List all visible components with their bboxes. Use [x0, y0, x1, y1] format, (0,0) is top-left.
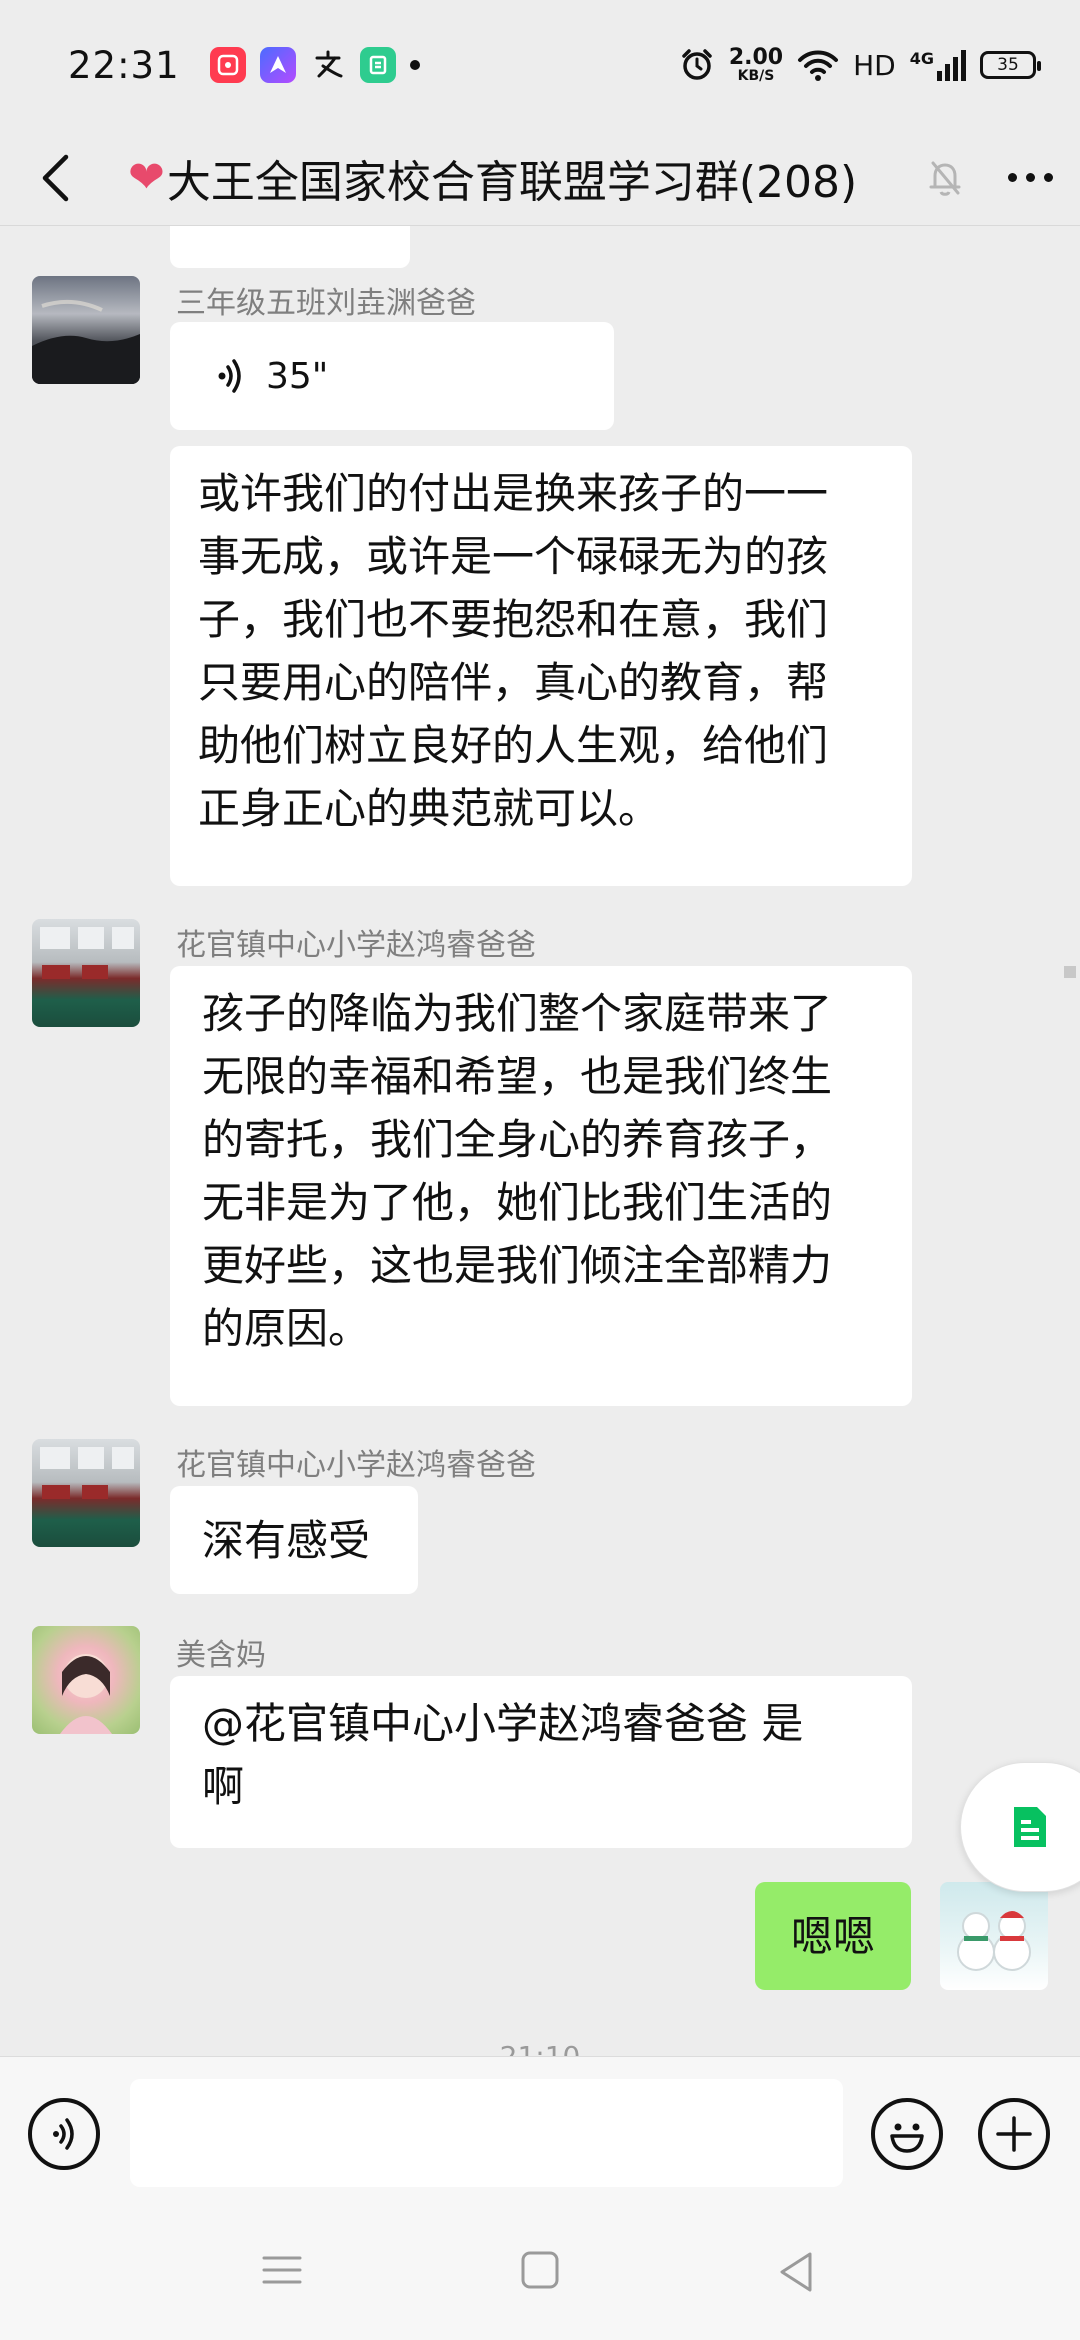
hd-indicator: HD: [853, 48, 896, 82]
network-speed-unit: KB/S: [737, 68, 775, 84]
sender-name: 花官镇中心小学赵鸿睿爸爸: [176, 1448, 536, 1483]
input-bar: [0, 2056, 1080, 2210]
signal-icon: [937, 50, 966, 81]
triangle-back-icon: [780, 2252, 812, 2292]
message-line: @花官镇中心小学赵鸿睿爸爸 是: [202, 1699, 804, 1748]
message-line: 啊: [202, 1762, 245, 1811]
more-dot-icon: [1025, 173, 1035, 182]
more-functions-button[interactable]: [978, 2098, 1050, 2170]
avatar[interactable]: [32, 276, 140, 384]
self-avatar[interactable]: [940, 1882, 1048, 1990]
message-line: 助他们树立良好的人生观，给他们: [198, 721, 829, 770]
floating-notes-button[interactable]: [960, 1762, 1080, 1892]
voice-input-button[interactable]: [28, 2098, 100, 2170]
message-line: 无非是为了他，她们比我们生活的: [202, 1178, 833, 1227]
group-name: 大王全国家校合育联盟学习群(208): [166, 156, 858, 208]
emoji-button[interactable]: [871, 2098, 943, 2170]
xiaohongshu-icon: [209, 47, 246, 83]
plus-icon: [996, 2116, 1032, 2152]
text-message-bubble[interactable]: @花官镇中心小学赵鸿睿爸爸 是 啊: [170, 1676, 912, 1848]
status-time: 22:31: [68, 43, 180, 87]
chat-header: ❤ 大王全国家校合育联盟学习群(208): [0, 130, 1080, 226]
text-message-bubble[interactable]: 孩子的降临为我们整个家庭带来了 无限的幸福和希望，也是我们终生 的寄托，我们全身…: [170, 966, 912, 1406]
message-line: 只要用心的陪伴，真心的教育，帮: [198, 658, 829, 707]
wallet-app-icon: [359, 47, 396, 83]
wifi-icon: [798, 50, 839, 81]
message-line: 事无成，或许是一个碌碌无为的孩: [198, 532, 829, 581]
voice-wave-icon: [218, 359, 241, 393]
avatar[interactable]: [32, 1626, 140, 1734]
alarm-icon: [682, 49, 712, 80]
self-message-bubble[interactable]: 嗯嗯: [755, 1882, 911, 1990]
message-line: 的寄托，我们全身心的养育孩子，: [202, 1115, 833, 1164]
system-navigation-bar: [0, 2210, 1080, 2340]
network-speed: 2.00 KB/S: [728, 45, 784, 84]
status-bar: 22:31 2.00 KB/S HD 4G 35: [0, 0, 1080, 130]
message-line: 的原因。: [202, 1304, 371, 1353]
alipay-icon: [310, 47, 346, 83]
previous-message-bubble[interactable]: [170, 226, 410, 268]
cellular-signal: 4G: [910, 49, 966, 81]
back-button[interactable]: [0, 130, 110, 226]
more-dot-icon: [1043, 173, 1053, 182]
group-title: ❤ 大王全国家校合育联盟学习群(208): [128, 146, 910, 210]
menu-icon: [262, 2256, 302, 2284]
message-line: 正身正心的典范就可以。: [198, 784, 661, 833]
recent-apps-button[interactable]: [262, 2250, 302, 2290]
back-nav-button[interactable]: [776, 2250, 816, 2294]
battery-indicator: 35: [980, 51, 1041, 79]
voice-message-bubble[interactable]: 35": [170, 322, 614, 430]
sender-name: 三年级五班刘垚渊爸爸: [176, 286, 476, 321]
square-icon: [521, 2251, 559, 2289]
notification-app-icons: [209, 47, 420, 83]
chevron-left-icon: [42, 154, 69, 201]
message-text: 深有感受: [202, 1515, 371, 1565]
network-speed-value: 2.00: [728, 45, 784, 70]
smiley-icon: [890, 2123, 924, 2153]
document-icon: [1014, 1807, 1046, 1847]
battery-level: 35: [997, 55, 1019, 75]
message-line: 孩子的降临为我们整个家庭带来了: [202, 989, 833, 1038]
home-button[interactable]: [520, 2250, 560, 2290]
muted-bell-icon: [929, 161, 961, 196]
voice-duration: 35": [266, 355, 329, 397]
message-list[interactable]: 三年级五班刘垚渊爸爸 35" 或许我们的付出是换来孩子的一一 事无成，或许是一个…: [0, 226, 1080, 2056]
more-options-button[interactable]: [980, 173, 1080, 182]
message-line: 子，我们也不要抱怨和在意，我们: [198, 595, 829, 644]
voice-icon: [53, 2118, 74, 2150]
message-line: 无限的幸福和希望，也是我们终生: [202, 1052, 833, 1101]
avatar[interactable]: [32, 1439, 140, 1547]
navigation-app-icon: [259, 47, 296, 83]
text-message-bubble[interactable]: 深有感受: [170, 1486, 418, 1594]
message-line: 更好些，这也是我们倾注全部精力: [202, 1241, 833, 1290]
message-text: 嗯嗯: [790, 1911, 875, 1961]
message-line: 或许我们的付出是换来孩子的一一: [198, 469, 829, 518]
more-notifications-dot: [409, 60, 420, 70]
avatar[interactable]: [32, 919, 140, 1027]
heart-icon: ❤: [128, 152, 165, 203]
sender-name: 美含妈: [176, 1638, 266, 1673]
scroll-indicator: [1064, 966, 1076, 978]
sender-name: 花官镇中心小学赵鸿睿爸爸: [176, 928, 536, 963]
text-message-bubble[interactable]: 或许我们的付出是换来孩子的一一 事无成，或许是一个碌碌无为的孩 子，我们也不要抱…: [170, 446, 912, 886]
network-type: 4G: [909, 49, 934, 68]
mute-indicator: [910, 159, 980, 197]
message-input[interactable]: [130, 2079, 843, 2187]
more-dot-icon: [1007, 173, 1017, 182]
